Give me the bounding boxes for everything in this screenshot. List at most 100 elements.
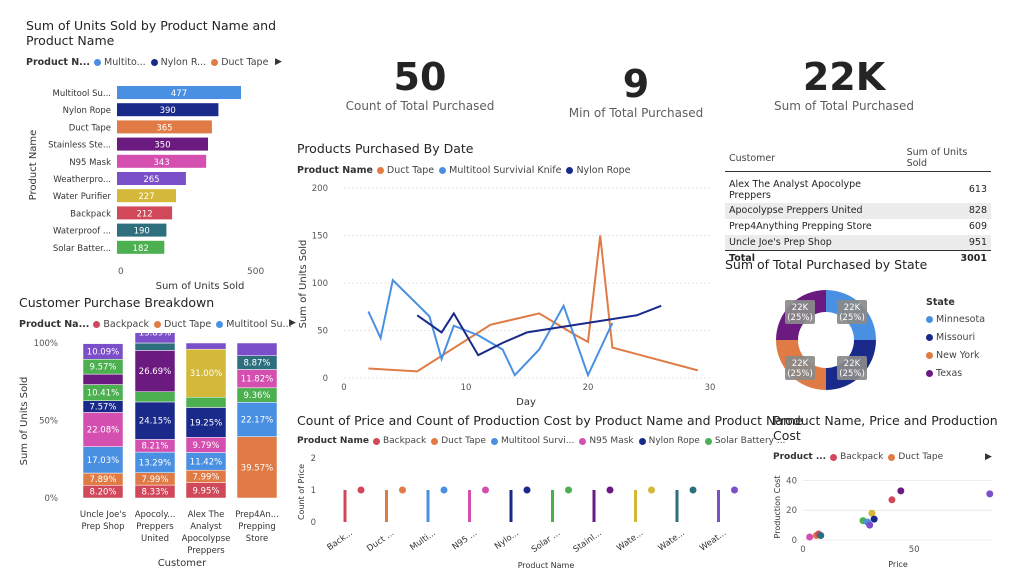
units-xtick: 500	[247, 267, 264, 277]
scatter-point	[888, 496, 896, 504]
kpi-count-total: 50 Count of Total Purchased	[340, 55, 500, 113]
scatter-point	[817, 532, 825, 540]
legend-item[interactable]: New York	[926, 350, 985, 361]
units-bar-label: 265	[143, 175, 159, 185]
legend-item[interactable]: Multitool Su...	[216, 319, 292, 330]
legend-item[interactable]: Duct Tape	[376, 165, 434, 176]
legend-item[interactable]: Duct Tape	[154, 319, 211, 330]
count-ytick: 0	[311, 518, 316, 528]
legend-item[interactable]: N95 Mask	[579, 436, 634, 446]
table-row[interactable]: Prep4Anything Prepping Store 609	[725, 219, 991, 235]
stacked-segment-label: 39.57%	[241, 463, 273, 473]
donut-label: (25%)	[787, 369, 813, 379]
stacked-category-label: Apocoly...	[135, 510, 176, 520]
count-bar	[468, 490, 471, 522]
units-bar-label: 390	[160, 106, 176, 116]
count-ytick: 1	[311, 486, 316, 496]
legend-item[interactable]: Backpack	[372, 436, 426, 446]
count-bar	[592, 490, 596, 522]
stacked-xlabel: Customer	[158, 558, 207, 569]
legend-item[interactable]: Multitool Survivial Knife	[439, 165, 561, 176]
scatter-chart: Production Cost Price 40 20 00 50	[773, 476, 994, 569]
table-row[interactable]: Uncle Joe's Prep Shop 951	[725, 234, 991, 251]
legend-item[interactable]: Nylon R...	[150, 57, 206, 68]
legend-item[interactable]: Nylon Rope	[638, 436, 700, 446]
legend-item[interactable]: Multito...	[94, 57, 146, 68]
count-ylabel: Count of Price	[297, 464, 306, 520]
kpi-label: Sum of Total Purchased	[773, 99, 915, 113]
stacked-segment-label: 8.20%	[89, 488, 116, 498]
units-bar-label: 343	[153, 158, 169, 168]
count-bar	[343, 490, 347, 522]
count-category-label: Wate...	[615, 528, 645, 553]
count-chart-legend: Product Name Backpack Duct Tape Multitoo…	[297, 436, 790, 446]
donut-chart: 22K(25%)22K(25%)22K(25%)22K(25%)	[776, 290, 876, 390]
count-dot	[482, 486, 489, 494]
units-category-label: Nylon Rope	[63, 106, 111, 116]
stacked-segment-label: 11.42%	[190, 457, 222, 467]
stacked-segment-label: 10.41%	[87, 389, 119, 399]
legend-item[interactable]: Duct Tape	[211, 57, 268, 68]
legend-title: Product Na...	[19, 319, 90, 330]
stacked-segment-label: 19.25%	[190, 418, 222, 428]
stacked-category-label: Preppers	[136, 522, 174, 532]
units-xtick: 0	[118, 267, 124, 277]
stacked-category-label: Preppers	[187, 546, 225, 556]
count-bar	[717, 490, 720, 522]
count-dot	[523, 486, 531, 494]
kpi-value: 22K	[802, 55, 886, 99]
scatter-title: Product Name, Price and Production Cost	[773, 413, 998, 443]
table-header-customer[interactable]: Customer	[725, 145, 903, 172]
donut-label: 22K	[844, 303, 861, 313]
legend-next-arrow-icon[interactable]: ▶	[985, 452, 992, 462]
legend-dot-icon	[638, 437, 646, 445]
stacked-ylabel: Sum of Units Sold	[19, 377, 30, 466]
scatter-point	[986, 490, 994, 498]
stacked-ytick: 0%	[45, 494, 59, 504]
legend-item[interactable]: Backpack	[830, 452, 883, 462]
table-row[interactable]: Alex The Analyst Apocolype Preppers 613	[725, 177, 991, 203]
legend-dot-icon	[216, 321, 224, 328]
scatter-ytick: 40	[786, 476, 797, 486]
scatter-point	[897, 487, 905, 495]
kpi-label: Min of Total Purchased	[568, 106, 704, 120]
stacked-category-label: United	[141, 534, 169, 544]
count-category-label: Weat...	[698, 528, 728, 553]
legend-item[interactable]: Missouri	[926, 332, 985, 343]
legend-next-arrow-icon[interactable]: ▶	[275, 57, 282, 67]
legend-item[interactable]: Backpack	[93, 319, 149, 330]
units-category-label: Stainless Ste...	[48, 141, 111, 151]
legend-dot-icon	[154, 321, 162, 328]
table-header-units[interactable]: Sum of Units Sold	[902, 145, 991, 172]
units-bar-label: 365	[156, 123, 172, 133]
stacked-title: Customer Purchase Breakdown	[19, 295, 215, 310]
legend-item[interactable]: Duct Tape	[888, 452, 943, 462]
units-category-label: Waterproof ...	[53, 227, 111, 237]
scatter-xlabel: Price	[888, 560, 908, 569]
units-category-label: Solar Batter...	[53, 244, 111, 254]
stacked-segment-label: 9.57%	[89, 363, 116, 373]
legend-item[interactable]: Nylon Rope	[566, 165, 631, 176]
count-dot	[606, 486, 614, 494]
legend-item[interactable]: Multitool Survi...	[490, 436, 574, 446]
count-bar	[509, 490, 513, 522]
stacked-segment-label: 24.15%	[139, 417, 171, 427]
legend-dot-icon	[376, 167, 384, 174]
legend-item[interactable]: Minnesota	[926, 314, 985, 325]
units-bar-label: 190	[134, 227, 150, 237]
donut-label: 22K	[844, 359, 861, 369]
stacked-segment-label: 8.87%	[243, 359, 270, 369]
legend-item[interactable]: Texas	[926, 368, 985, 379]
count-bar	[634, 490, 637, 522]
line-xtick: 20	[583, 383, 594, 393]
stacked-category-label: Prep4An...	[235, 510, 279, 520]
count-dot	[565, 486, 572, 494]
stacked-bar-chart: Sum of Units Sold Customer 100% 50% 0% 8.20…	[19, 333, 279, 569]
donut-label: (25%)	[787, 313, 813, 323]
stacked-segment-label: 8.21%	[141, 442, 168, 452]
table-row[interactable]: Apocolypse Preppers United 828	[725, 202, 991, 219]
count-bar	[426, 490, 430, 522]
count-xlabel: Product Name	[518, 561, 575, 570]
count-chart-title: Count of Price and Count of Production C…	[297, 413, 803, 428]
legend-item[interactable]: Duct Tape	[431, 436, 486, 446]
